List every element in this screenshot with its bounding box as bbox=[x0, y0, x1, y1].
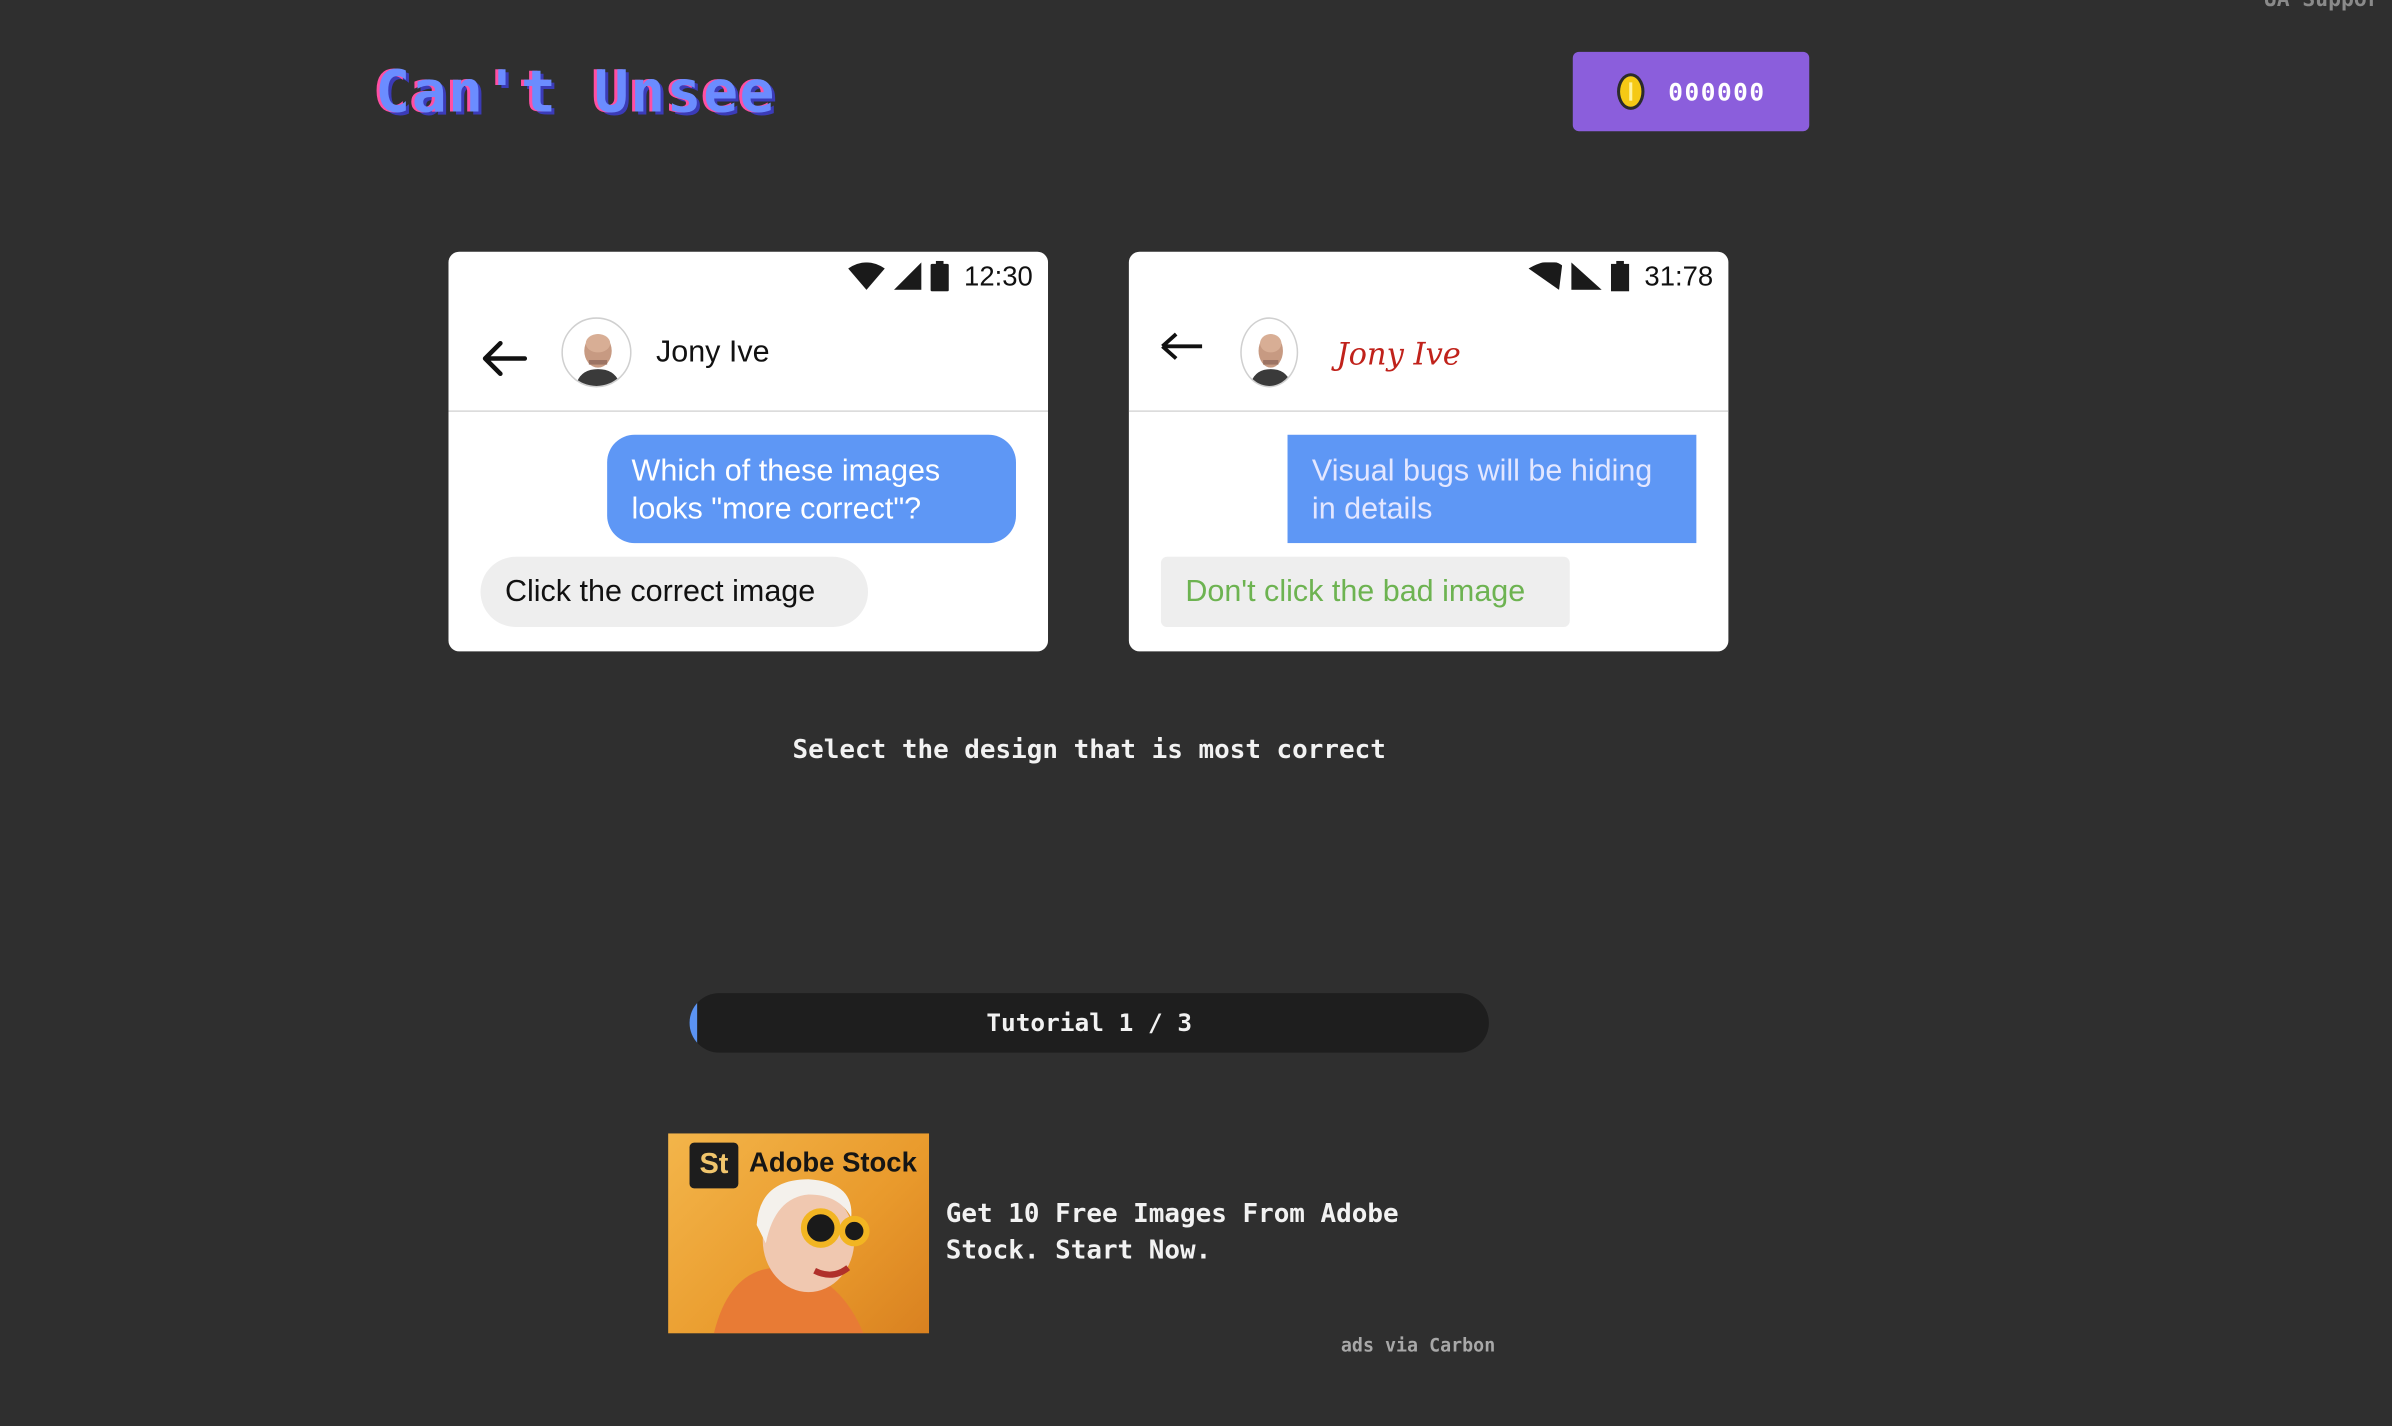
ad-image[interactable]: St Adobe Stock bbox=[668, 1133, 930, 1334]
ad-brand: Adobe Stock bbox=[749, 1147, 917, 1178]
incoming-message: Don't click the bad image bbox=[1160, 556, 1570, 627]
outgoing-message: Which of these images looks "more correc… bbox=[607, 434, 1016, 544]
ad-copy[interactable]: Get 10 Free Images From Adobe Stock. Sta… bbox=[946, 1196, 1449, 1269]
page: UA Suppor Can't Unsee 000000 12:30 Jony … bbox=[0, 0, 2392, 1426]
app-logo[interactable]: Can't Unsee bbox=[375, 58, 776, 125]
contact-name: Jony Ive bbox=[1336, 335, 1461, 373]
wifi-icon bbox=[848, 262, 885, 290]
coin-counter[interactable]: 000000 bbox=[1572, 51, 1810, 132]
incoming-message: Click the correct image bbox=[480, 556, 869, 627]
signal-icon bbox=[893, 262, 922, 290]
status-bar: 31:78 bbox=[1528, 258, 1713, 295]
tutorial-progress: Tutorial 1 / 3 bbox=[689, 993, 1489, 1053]
status-time: 31:78 bbox=[1644, 260, 1714, 291]
coin-icon bbox=[1616, 73, 1644, 110]
chat-header: Jony Ive bbox=[448, 307, 1049, 412]
battery-icon bbox=[930, 260, 949, 292]
instruction-text: Select the design that is most correct bbox=[792, 735, 1386, 766]
wifi-icon bbox=[1528, 262, 1563, 290]
back-arrow-icon[interactable] bbox=[482, 340, 528, 377]
status-time: 12:30 bbox=[964, 260, 1033, 291]
contact-name: Jony Ive bbox=[655, 335, 770, 370]
status-bar: 12:30 bbox=[848, 258, 1033, 295]
coin-count: 000000 bbox=[1668, 77, 1766, 107]
design-option-b[interactable]: 31:78 Jony Ive Visual bugs will be hidin… bbox=[1128, 251, 1729, 652]
ads-via-carbon-link[interactable]: ads via Carbon bbox=[1341, 1335, 1495, 1356]
back-arrow-icon[interactable] bbox=[1159, 328, 1205, 365]
adobe-stock-logo: St bbox=[689, 1142, 739, 1189]
signal-icon bbox=[1571, 262, 1602, 290]
support-link[interactable]: UA Suppor bbox=[2264, 0, 2380, 12]
progress-label: Tutorial 1 / 3 bbox=[986, 1008, 1193, 1038]
avatar bbox=[561, 317, 632, 388]
avatar bbox=[1240, 317, 1299, 388]
battery-icon bbox=[1610, 260, 1630, 292]
outgoing-message: Visual bugs will be hiding in details bbox=[1287, 434, 1697, 544]
chat-header: Jony Ive bbox=[1128, 307, 1729, 412]
design-option-a[interactable]: 12:30 Jony Ive Which of these images loo… bbox=[448, 251, 1049, 652]
